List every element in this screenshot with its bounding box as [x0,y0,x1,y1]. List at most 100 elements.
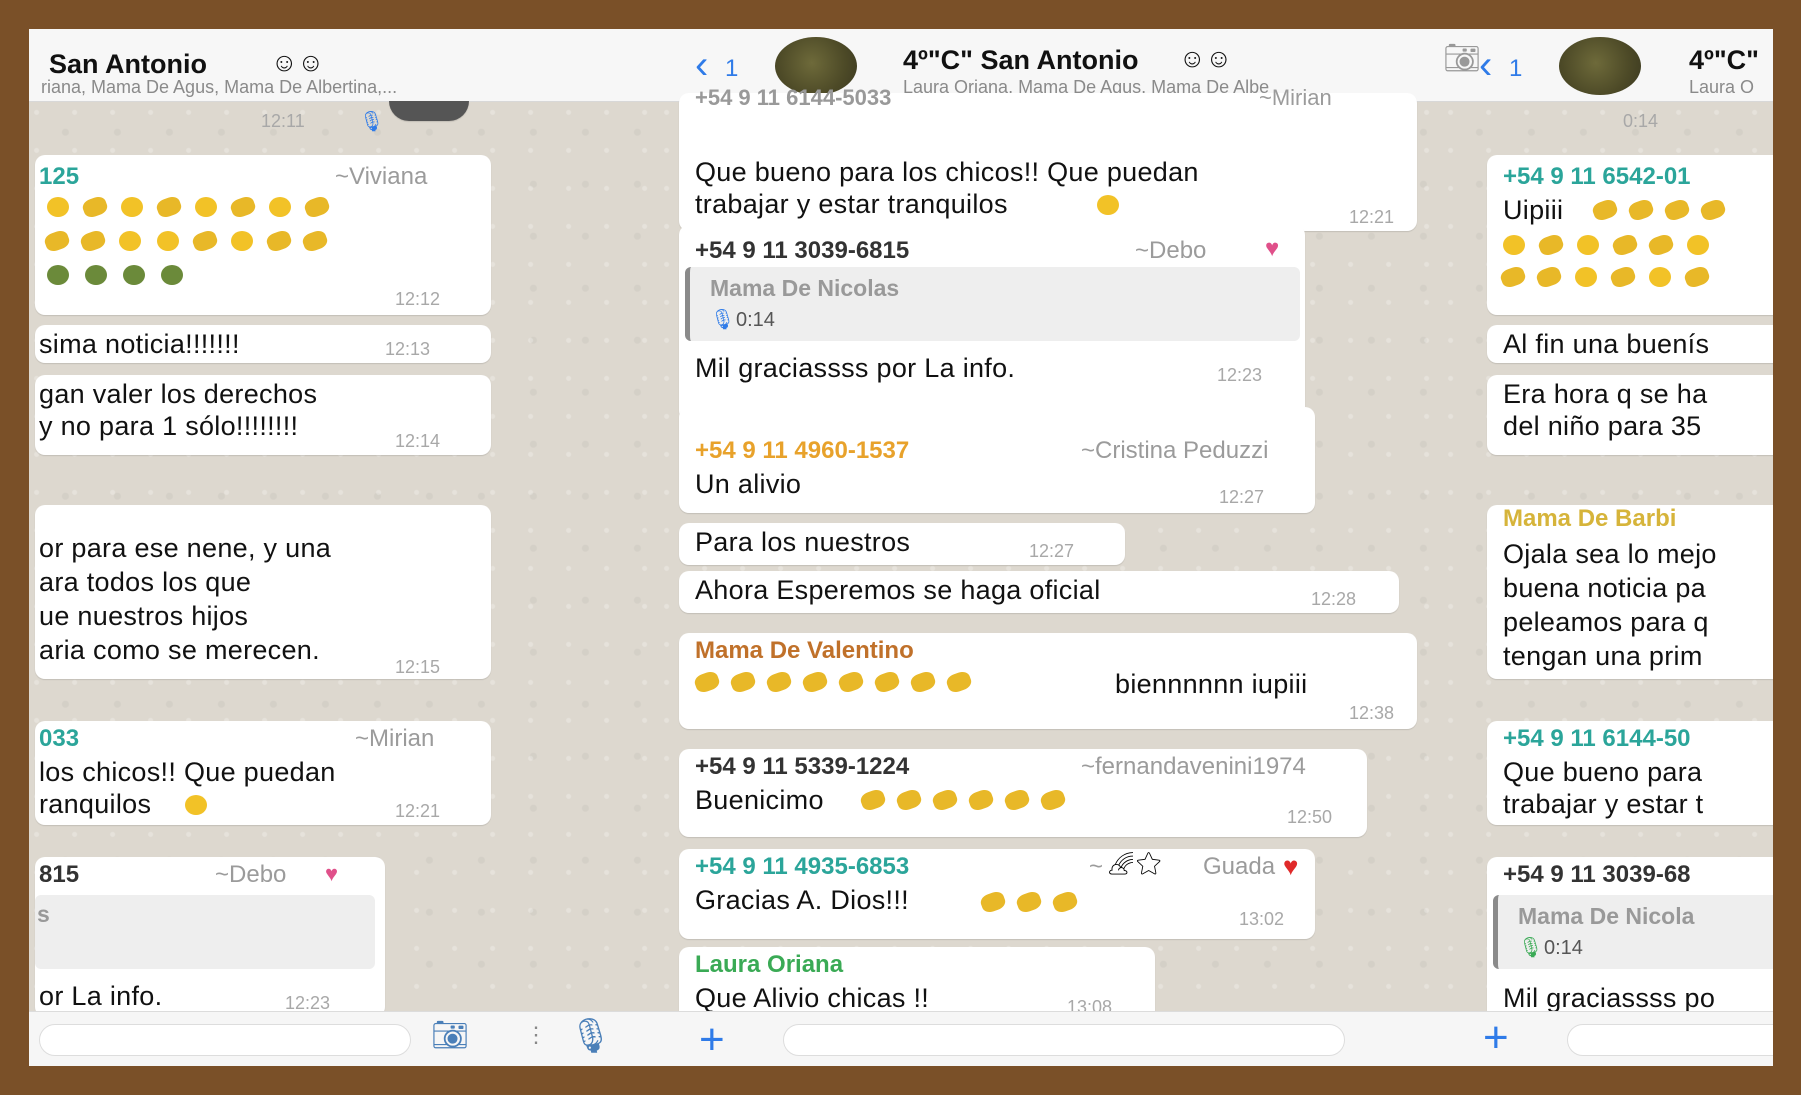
message-text: Un alivio [695,469,802,499]
quoted-sender: Mama De Nicola [1518,903,1695,929]
screenshot-collage: San Antonio ☺☺ riana, Mama De Agus, Mama… [29,29,1773,1066]
emoji-row [1495,232,1717,258]
message-bubble[interactable]: Ahora Esperemos se haga oficial 12:28 [679,571,1399,613]
message-text-line: peleamos para q [1503,607,1709,637]
message-bubble[interactable]: +54 9 11 5339-1224 ~fernandavenini1974 B… [679,749,1367,837]
emoji-row [1587,197,1731,223]
back-unread-count[interactable]: 1 [1509,55,1522,83]
message-text-line: Que bueno para [1503,757,1703,787]
message-bubble[interactable]: 033 ~Mirian los chicos!! Que puedan ranq… [35,721,491,825]
message-time: 12:11 [261,111,305,131]
back-chevron-icon[interactable]: ‹ [695,45,708,85]
message-bubble[interactable]: 815 ~Debo ♥ s or La info. 12:23 [35,857,385,1017]
message-text: sima noticia!!!!!!! [39,329,240,359]
message-bubble[interactable]: or para ese nene, y una ara todos los qu… [35,505,491,679]
message-bubble[interactable]: Era hora q se ha del niño para 35 [1487,375,1773,455]
voice-duration: 0:14 [1623,111,1659,131]
message-bubble[interactable]: Mama De Barbi Ojala sea lo mejo buena no… [1487,505,1773,679]
sender-phone: +54 9 11 6542-01 [1503,163,1691,190]
message-bubble[interactable]: +54 9 11 6144-5033 ~Mirian Que bueno par… [679,85,1417,231]
message-bubble[interactable]: Al fin una buenís [1487,325,1773,363]
microphone-icon[interactable]: 🎙︎ [569,1016,612,1056]
chat-members: Laura O [1689,77,1755,97]
quoted-message[interactable]: Mama De Nicola 🎙 0:14 [1493,895,1773,969]
chat-footer: + [659,1011,1443,1066]
message-text-line: gan valer los derechos [39,379,318,409]
message-bubble[interactable]: Mama De Valentino biennnnnn iupiii 12:38 [679,633,1417,729]
message-bubble[interactable]: Para los nuestros 12:27 [679,523,1125,565]
message-bubble[interactable]: +54 9 11 4960-1537 ~Cristina Peduzzi Un … [679,407,1315,513]
heart-icon: ♥ [325,861,339,886]
message-bubble[interactable]: +54 9 11 6144-50 Que bueno para trabajar… [1487,721,1773,825]
sender-name: ~Debo [1135,237,1207,264]
add-attachment-plus-icon[interactable]: + [699,1018,725,1062]
message-time: 12:27 [1219,487,1265,507]
smiley-emoji-icon [1097,195,1119,215]
message-text: Mil graciassss por La info. [695,353,1016,383]
microphone-icon: 🎙 [1518,937,1544,959]
message-text: biennnnnn iupiii [1115,669,1308,699]
separator-icon: ⋮ [525,1022,547,1047]
quoted-message[interactable]: Mama De Nicolas 🎙 0:14 [685,267,1300,341]
back-chevron-icon[interactable]: ‹ [1479,45,1492,85]
sender-name: Laura Oriana [695,951,844,978]
message-text-line: ara todos los que [39,567,252,597]
message-bubble[interactable]: +54 9 11 3039-68 Mama De Nicola 🎙 0:14 M… [1487,857,1773,1027]
message-time: 12:12 [395,289,441,309]
photo-frame: San Antonio ☺☺ riana, Mama De Agus, Mama… [0,0,1801,1095]
sender-phone: +54 9 11 4960-1537 [695,437,910,464]
sender-name: ~Mirian [1259,85,1332,110]
message-text-line: buena noticia pa [1503,573,1706,603]
clapping-emoji-row [975,889,1083,915]
sender-phone: +54 9 11 6144-50 [1503,725,1691,752]
message-time: 12:15 [395,657,441,677]
message-time: 12:23 [1217,365,1263,385]
message-bubble[interactable]: 125 ~Viviana 12:12 [35,155,491,315]
message-text-line: Era hora q se ha [1503,379,1708,409]
center-chat-panel: ‹ 1 4º"C" San Antonio ☺☺ Laura Oriana, M… [659,29,1443,1066]
sender-phone: +54 9 11 5339-1224 [695,753,910,780]
quoted-sender: s [37,901,50,927]
sender-name: ~ [1089,853,1104,880]
message-bubble[interactable]: +54 9 11 4935-6853 ~ 🌈︎⭐︎ Guada ♥ Gracia… [679,849,1315,939]
smiley-emoji-icon [185,795,207,815]
message-bubble[interactable]: sima noticia!!!!!!! 12:13 [35,325,491,363]
sender-phone: +54 9 11 3039-68 [1503,861,1691,888]
emoji-row [1495,264,1715,290]
message-text: Que Alivio chicas !! [695,983,930,1013]
camera-icon[interactable]: 📷︎ [431,1018,469,1053]
rainbow-star-icons: 🌈︎⭐︎ [1107,851,1163,876]
message-input[interactable] [783,1024,1345,1056]
message-time: 12:28 [1311,589,1357,609]
message-bubble[interactable]: +54 9 11 3039-6815 ~Debo ♥ Mama De Nicol… [679,225,1305,421]
sender-phone: 125 [39,163,80,190]
sender-name: ~Debo [215,861,287,888]
sender-name: ~Viviana [335,163,428,190]
message-bubble[interactable]: +54 9 11 6542-01 Uipiii [1487,155,1773,315]
back-unread-count[interactable]: 1 [725,55,738,83]
message-text-line: trabajar y estar tranquilos [695,189,1008,219]
chat-header[interactable]: 📷︎ ‹ 1 4º"C" Laura O [1443,29,1773,102]
message-text: Gracias A. Dios!!! [695,885,909,915]
chat-members: riana, Mama De Agus, Mama De Albertina,.… [41,77,398,97]
message-input[interactable] [1567,1024,1773,1056]
add-attachment-plus-icon[interactable]: + [1483,1016,1509,1060]
sender-phone: 815 [39,861,80,888]
chat-header[interactable]: San Antonio ☺☺ riana, Mama De Agus, Mama… [29,29,659,102]
camera-icon[interactable]: 📷︎ [1443,41,1481,76]
left-chat-panel: San Antonio ☺☺ riana, Mama De Agus, Mama… [29,29,659,1066]
group-avatar[interactable] [1559,37,1641,95]
message-bubble[interactable]: gan valer los derechos y no para 1 sólo!… [35,375,491,455]
voice-duration: 0:14 [1544,937,1583,959]
message-text-line: los chicos!! Que puedan [39,757,336,787]
message-input[interactable] [39,1024,411,1056]
sender-name: Mama De Valentino [695,637,914,664]
quoted-message[interactable]: s [35,895,375,969]
message-text-line: ranquilos [39,789,152,819]
sender-phone: +54 9 11 6144-5033 [695,85,892,110]
sender-phone: 033 [39,725,80,752]
chat-footer: + [1443,1011,1773,1066]
message-text: Mil graciassss po [1503,983,1716,1013]
emoji-row [39,194,459,220]
sender-name: Guada [1203,853,1276,880]
